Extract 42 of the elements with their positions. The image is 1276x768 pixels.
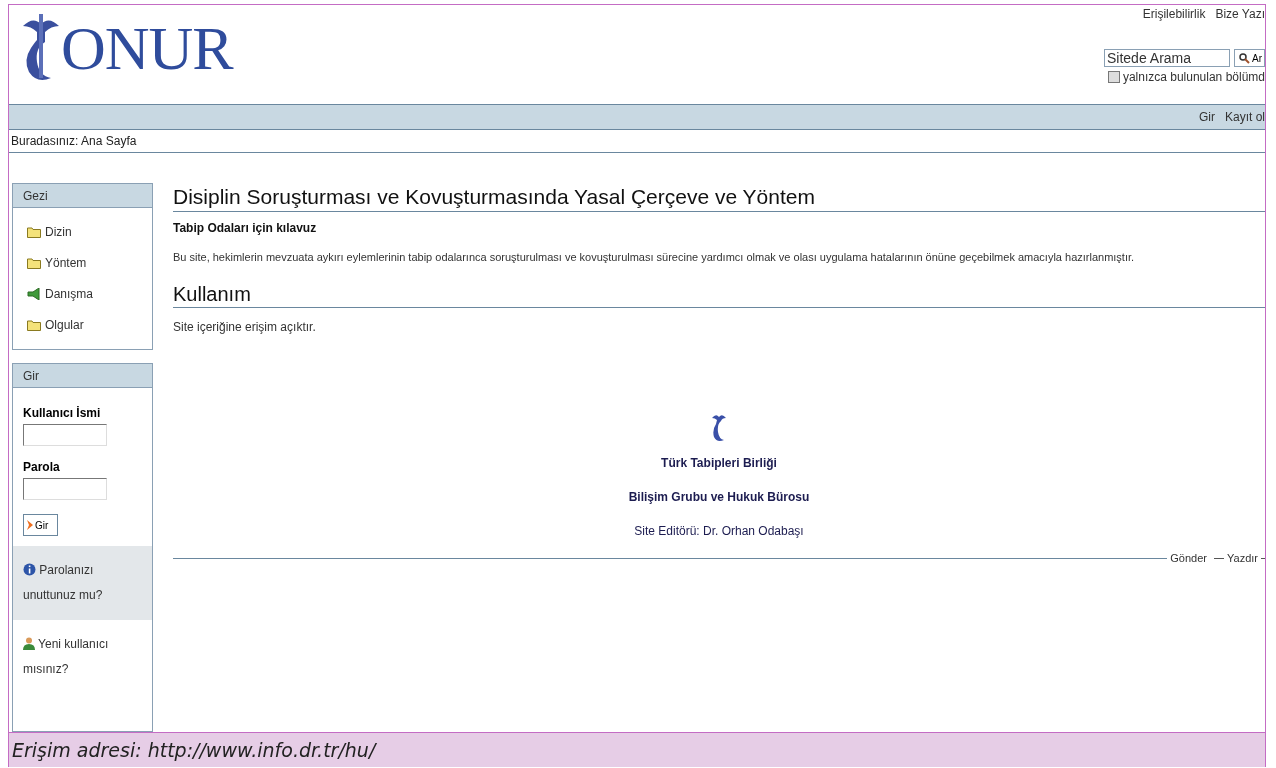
folder-icon xyxy=(27,319,41,331)
search-field[interactable]: Sitede Arama xyxy=(1104,49,1230,67)
arrow-icon xyxy=(27,520,33,530)
search-icon xyxy=(1239,52,1250,64)
sidebar-item[interactable]: Danışma xyxy=(27,284,142,304)
field-label: Kullanıcı İsmi xyxy=(23,406,102,420)
input-field[interactable] xyxy=(23,424,107,446)
sidebar-link[interactable]: Yeni kullanıcı mısınız? xyxy=(23,632,142,682)
nav-link[interactable]: Gir xyxy=(1198,110,1215,124)
page-title: Disiplin Soruşturması ve Kovuşturmasında Yasal Çerçeve ve Yöntem xyxy=(173,185,1265,212)
action-link[interactable]: Yazdır xyxy=(1227,552,1258,564)
caption-bar: Erişim adresi: http://www.info.dr.tr/hu/ xyxy=(9,732,1265,767)
sidebar-item[interactable]: Dizin xyxy=(27,222,142,242)
header-link[interactable]: Erişilebilirlik xyxy=(1142,7,1206,21)
search-button[interactable]: Ar xyxy=(1234,49,1265,67)
portlet-header: Gezi xyxy=(13,184,152,208)
field-label: Parola xyxy=(23,460,61,474)
page-description: Tabip Odaları için kılavuz xyxy=(173,221,318,235)
credit-text: Türk Tabipleri Birliği xyxy=(661,456,777,470)
credit-text: Bilişim Grubu ve Hukuk Bürosu xyxy=(628,490,810,504)
checkbox-label: yalnızca bulunulan bölümd xyxy=(1122,70,1265,84)
site-logo-text[interactable]: ONUR xyxy=(61,16,233,79)
nav-link[interactable]: Kayıt ol xyxy=(1224,110,1265,124)
checkbox[interactable] xyxy=(1107,71,1120,83)
login-button[interactable]: Gir xyxy=(23,514,58,536)
section-text: Site içeriğine erişim açıktır. xyxy=(173,320,317,334)
body-text: Bu site, hekimlerin mevzuata aykırı eylemlerinin tabip odalarınca soruşturulması ve kovuşturulması sürecine yardımcı olmak ve olası uygulama hatalarının önüne geçebilmek amacıyla hazırlanmıştır. xyxy=(173,251,1136,263)
megaphone-icon xyxy=(27,288,41,300)
action-link[interactable]: Gönder xyxy=(1170,552,1207,564)
sidebar-item[interactable]: Yöntem xyxy=(27,253,142,273)
info-icon xyxy=(23,563,36,576)
input-field[interactable] xyxy=(23,478,107,500)
credit-text: Site Editörü: Dr. Orhan Odabaşı xyxy=(634,524,804,538)
breadcrumb: Buradasınız: Ana Sayfa xyxy=(11,134,137,148)
header-link[interactable]: Bize Yazı xyxy=(1215,7,1265,21)
sidebar-item[interactable]: Olgular xyxy=(27,315,142,335)
user-icon xyxy=(23,637,35,650)
section-title: Kullanım xyxy=(173,283,1265,308)
caduceus-icon xyxy=(711,412,727,442)
folder-icon xyxy=(27,257,41,269)
portlet-header: Gir xyxy=(13,364,152,388)
folder-icon xyxy=(27,226,41,238)
